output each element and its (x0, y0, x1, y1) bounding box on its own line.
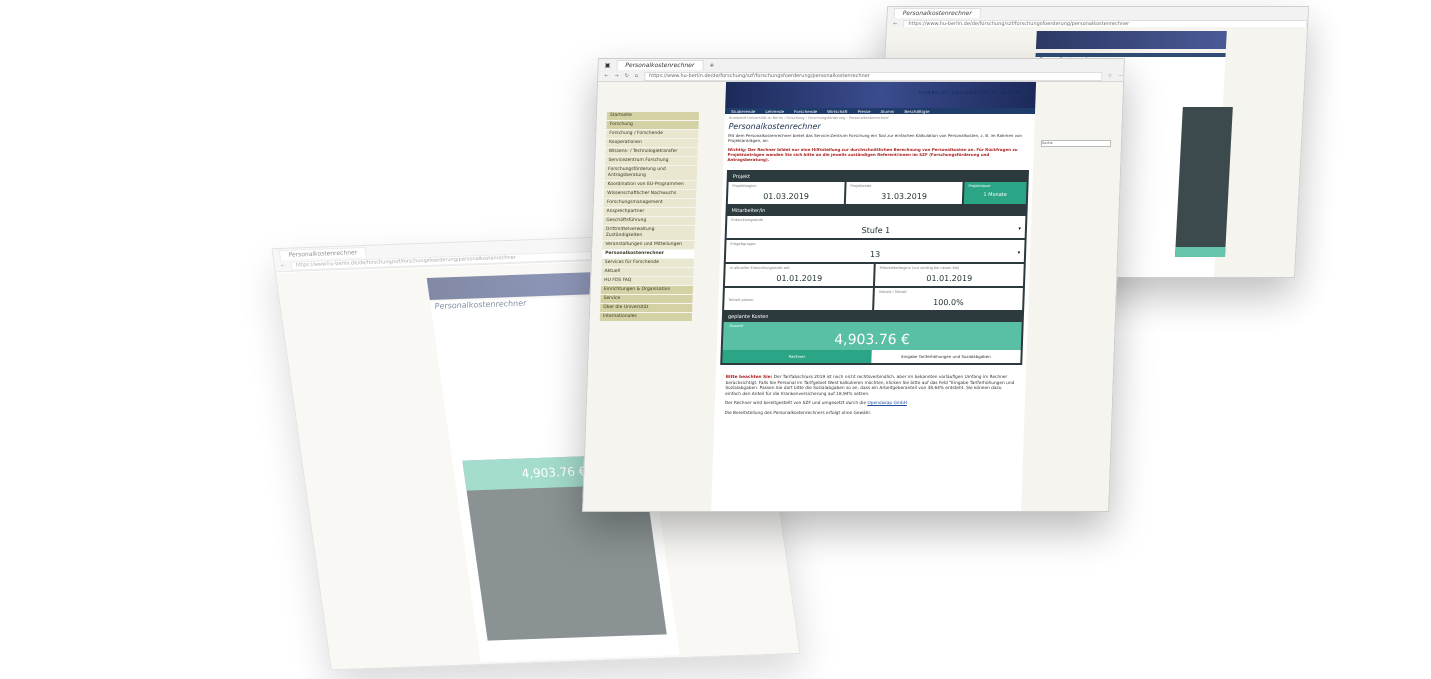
section-costs: geplante Kosten (727, 314, 769, 320)
sidebar-item[interactable]: Startseite (606, 112, 700, 120)
notes: Bitte beachten Sie: Der Tarifabschluss 2… (714, 371, 1026, 424)
total-cost-box: Gesamt 4,903.76 € (722, 322, 1022, 350)
provided-text: Der Rechner wird bereitgestellt von SZF … (724, 401, 867, 406)
back-icon[interactable]: ← (281, 263, 286, 269)
sidebar-item[interactable]: Forschung (606, 121, 699, 129)
sidebar-item[interactable]: Drittmittelverwaltung Zuständigkeiten (602, 226, 696, 240)
banner-image: HUMBOLDT-UNIVERSITÄT ZU BERLIN (725, 82, 1037, 108)
sidebar-item[interactable]: Forschungsmanagement (603, 199, 697, 207)
sidebar-nav: Startseite Forschung Forschung / Forsche… (599, 112, 700, 322)
parttime-toggle[interactable]: Teilzeit planen (724, 288, 873, 310)
top-nav-item[interactable]: Wirtschaft (827, 109, 848, 114)
favorites-icon[interactable]: ☆ (1108, 73, 1113, 79)
chevron-down-icon[interactable]: ▾ (1018, 226, 1021, 232)
browser-tab[interactable]: Personalkostenrechner (616, 60, 704, 70)
main-content: HUMBOLDT-UNIVERSITÄT ZU BERLIN Studieren… (710, 82, 1037, 512)
page-background: Startseite Forschung Forschung / Forsche… (583, 82, 1124, 512)
fulltime-field[interactable]: Vollzeit / Teilzeit 100.0% (874, 288, 1023, 310)
calculator-tabs: Rechner Eingabe Tariferhöhungen und Sozi… (722, 350, 1021, 363)
browser-chrome: ▣ Personalkostenrechner + ← → ↻ ⌂ https:… (598, 59, 1124, 82)
project-end-field[interactable]: Projektende 31.03.2019 (845, 182, 963, 204)
level-select[interactable]: Entwicklungsstufe Stufe 1 ▾ (726, 216, 1026, 238)
group-select[interactable]: Entgeltgruppe 13 ▾ (725, 240, 1025, 262)
tab-calculator[interactable]: Rechner (722, 350, 872, 363)
sidebar-item-personalkostenrechner[interactable]: Personalkostenrechner (601, 250, 695, 258)
sidebar-item[interactable]: Über die Universität (600, 304, 693, 312)
sidebar-item[interactable]: Veranstaltungen und Mitteilungen (602, 241, 695, 249)
back-icon[interactable]: ← (604, 73, 608, 79)
sidebar-item[interactable]: Einrichtungen & Organisation (600, 286, 693, 294)
main-browser-window: ▣ Personalkostenrechner + ← → ↻ ⌂ https:… (582, 58, 1125, 512)
top-nav-item[interactable]: Beschäftigte (904, 109, 929, 114)
top-nav-item[interactable]: Studierende (731, 109, 755, 114)
sidebar-item[interactable]: Kooperationen (605, 139, 699, 147)
home-icon[interactable]: ⌂ (635, 73, 638, 79)
sidebar-item[interactable]: Aktuell (601, 268, 694, 276)
right-column: Suche (1040, 140, 1112, 147)
sidebar-item[interactable]: Geschäftsführung (603, 217, 696, 225)
section-staff: Mitarbeiter/in (731, 208, 766, 214)
sidebar-item[interactable]: Service (600, 295, 693, 303)
sidebar-item[interactable]: HU FDS FAQ (601, 277, 694, 285)
forward-icon[interactable]: → (614, 73, 618, 79)
staff-start-field[interactable]: Mitarbeiterbeginn (nur wichtig bei neuen… (874, 264, 1024, 286)
sidebar-item[interactable]: Servicezentrum Forschung (605, 157, 698, 165)
search-input[interactable]: Suche (1040, 140, 1112, 147)
banner-image (1035, 31, 1227, 49)
top-nav-item[interactable]: Alumni (880, 109, 894, 114)
browser-tab[interactable]: Personalkostenrechner (893, 8, 982, 18)
sidebar-item[interactable]: Internationales (599, 313, 693, 321)
chevron-down-icon[interactable]: ▾ (1017, 250, 1020, 256)
university-name: HUMBOLDT-UNIVERSITÄT ZU BERLIN (919, 90, 1022, 95)
duration-display: Projektdauer 1 Monate (963, 182, 1027, 204)
sidebar-item[interactable]: Forschung / Forschende (606, 130, 699, 138)
reload-icon[interactable]: ↻ (625, 73, 629, 79)
sidebar-item[interactable]: Ansprechpartner (603, 208, 696, 216)
sidebar-item[interactable]: Koordination von EU-Programmen (604, 181, 697, 189)
calculator-panel (1174, 107, 1233, 257)
page-title: Personalkostenrechner (728, 122, 821, 131)
disclaimer: Die Bereitstellung des Personalkostenrec… (724, 410, 872, 416)
provider-link[interactable]: Opendukap GmbH (867, 401, 907, 406)
sidebar-item[interactable]: Wissenschaftlicher Nachwuchs (604, 190, 697, 198)
sidebar-item[interactable]: Services für Forschende (601, 259, 694, 267)
top-nav-item[interactable]: Presse (857, 109, 870, 114)
menu-icon[interactable]: ⋯ (1118, 73, 1123, 79)
total-cost: 4,903.76 € (833, 332, 911, 348)
warning-text: Wichtig: Der Rechner bildet nur eine Hil… (727, 147, 1018, 162)
address-bar[interactable]: https://www.hu-berlin.de/de/forschung/sz… (643, 71, 1102, 81)
section-project: Projekt (732, 174, 751, 180)
sidebar-item[interactable]: Wissens- / Technologietransfer (605, 148, 698, 156)
calculator-panel: Projekt Projektbeginn 01.03.2019 Projekt… (720, 170, 1030, 365)
level-since-field[interactable]: In aktueller Entwicklungsstufe seit 01.0… (724, 264, 874, 286)
tab-input[interactable]: Eingabe Tariferhöhungen und Sozialabgabe… (871, 350, 1021, 363)
top-nav-item[interactable]: Lehrende (765, 109, 784, 114)
top-nav-item[interactable]: Forschende (794, 109, 817, 114)
scene: Personalkostenrechner ← https://www.hu-be… (0, 0, 1431, 679)
new-tab-icon[interactable]: + (709, 62, 714, 69)
breadcrumb[interactable]: Humboldt-Universität zu Berlin › Forschu… (725, 114, 1035, 122)
intro-text: Mit dem Personalkostenrechner bietet das… (727, 133, 1023, 143)
project-start-field[interactable]: Projektbeginn 01.03.2019 (727, 182, 845, 204)
note-bold: Bitte beachten Sie: (725, 375, 773, 380)
sidebar-item[interactable]: Forschungsförderung und Antragsberatung (604, 166, 698, 180)
window-controls-icon[interactable]: ▣ (605, 62, 611, 69)
